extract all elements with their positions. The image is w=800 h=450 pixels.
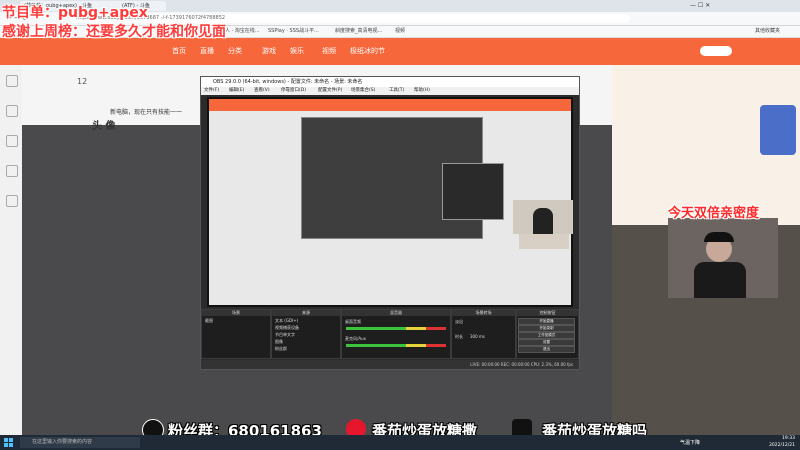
nav-category[interactable]: 分类 [228, 46, 242, 56]
bookmark-other[interactable]: 其他收藏夹 [755, 27, 780, 36]
clock-time: 19:33 [782, 436, 795, 441]
clock-date: 2022/12/21 [769, 443, 795, 448]
source-item[interactable]: 粉丝群 [275, 346, 287, 352]
duration-value[interactable]: 300 ms [470, 334, 485, 339]
dock-title: 场景转场 [452, 310, 515, 316]
headline: 头 像 [92, 121, 116, 132]
clock[interactable]: 19:33 2022/12/21 [769, 435, 795, 449]
streamer-body [694, 262, 746, 298]
rail-category-icon[interactable] [6, 135, 18, 147]
obs-docks: 场景 截图 来源 文本 (GDI+) 视频捕获设备 节目单文字 图像 粉丝群 混… [201, 309, 579, 359]
rail-home-icon[interactable] [6, 75, 18, 87]
mic-audio-meter [346, 344, 446, 347]
weather-text: 气温下降 [680, 440, 701, 446]
sources-dock: 来源 文本 (GDI+) 视频捕获设备 节目单文字 图像 粉丝群 [271, 309, 341, 359]
windows-start-icon[interactable] [4, 438, 13, 447]
bookmark-item[interactable]: 斜度搜索_高清电视... [335, 27, 382, 36]
source-item[interactable]: 图像 [275, 339, 283, 345]
menu-docks[interactable]: 停靠窗口(D) [281, 87, 306, 95]
start-recording-button[interactable]: 开始录制 [518, 325, 575, 332]
menu-view[interactable]: 查看(V) [254, 87, 270, 95]
nav-home[interactable]: 首页 [172, 46, 186, 56]
room-number: 12 [77, 77, 88, 86]
controls-dock: 控制按钮 开始直播 开始录制 工作室模式 设置 退出 [516, 309, 579, 359]
obs-menubar: 文件(F) 编辑(E) 查看(V) 停靠窗口(D) 配置文件(P) 场景集合(S… [201, 87, 579, 95]
rail-more-icon[interactable] [6, 195, 18, 207]
taskbar-search[interactable]: 在这里输入你要搜索的内容 [20, 437, 140, 448]
streamer-cap [704, 232, 734, 242]
bookmark-item[interactable]: 视频 [395, 27, 405, 36]
menu-scene-collection[interactable]: 场景集合(S) [351, 87, 375, 95]
nested-obs [301, 117, 504, 239]
nav-live[interactable]: 直播 [200, 46, 214, 56]
left-rail [0, 65, 22, 435]
webcam-small [513, 200, 573, 234]
windows-taskbar: 在这里输入你要搜索的内容 气温下降 19:33 2022/12/21 [0, 435, 800, 450]
status-text: LIVE: 00:00:00 REC: 00:00:00 CPU: 2.3%, … [470, 362, 573, 367]
dock-title: 混音器 [342, 310, 450, 316]
exit-button[interactable]: 退出 [518, 346, 575, 353]
streamer-silhouette [533, 208, 553, 234]
transitions-dock: 场景转场 淡出 时长 300 ms [451, 309, 516, 359]
menu-help[interactable]: 帮助(H) [414, 87, 430, 95]
menu-file[interactable]: 文件(F) [204, 87, 219, 95]
mixer-mic-label: 麦克风/Aux [345, 336, 366, 341]
rail-video-icon[interactable] [6, 165, 18, 177]
duration-label: 时长 [455, 334, 463, 339]
scenes-dock: 场景 截图 [201, 309, 271, 359]
menu-profile[interactable]: 配置文件(P) [318, 87, 342, 95]
menu-tools[interactable]: 工具(T) [389, 87, 404, 95]
source-item[interactable]: 文本 (GDI+) [275, 318, 298, 324]
obs-statusbar: LIVE: 00:00:00 REC: 00:00:00 CPU: 2.3%, … [201, 360, 579, 369]
menu-edit[interactable]: 编辑(E) [229, 87, 244, 95]
nav-festival[interactable]: 极纸冰的节 [350, 46, 385, 56]
event-banner[interactable] [760, 105, 796, 155]
nested-obs-inner [442, 163, 504, 220]
transition-type[interactable]: 淡出 [455, 319, 463, 325]
window-controls[interactable]: — ☐ ✕ [690, 2, 710, 9]
webcam-main [668, 218, 778, 298]
mixer-desktop-label: 桌面音频 [345, 319, 361, 324]
nav-games[interactable]: 游戏 [262, 46, 276, 56]
dock-title: 来源 [272, 310, 340, 316]
rail-follow-icon[interactable] [6, 105, 18, 117]
login-button[interactable] [700, 46, 732, 56]
bookmark-item[interactable]: 人 · 淘宝在线... [225, 27, 260, 36]
site-header: 首页 直播 分类 游戏 娱乐 视频 极纸冰的节 [0, 38, 800, 65]
room-title: 新电脑，现在只有技能一一 [110, 109, 183, 116]
bookmark-item[interactable]: SSPlay · SSS战斗平... [268, 27, 319, 36]
source-item[interactable]: 视频捕获设备 [275, 325, 299, 331]
program-overlay: 节目单：pubg+apex [2, 5, 148, 21]
desktop-audio-meter [346, 327, 446, 330]
nav-entertainment[interactable]: 娱乐 [290, 46, 304, 56]
mixer-dock: 混音器 桌面音频 麦克风/Aux [341, 309, 451, 359]
dock-title: 控制按钮 [517, 310, 578, 316]
dock-title: 场景 [202, 310, 270, 316]
obs-titlebar: OBS 29.0.0 (64-bit, windows) - 配置文件: 未命名… [201, 77, 579, 87]
scene-item[interactable]: 截图 [205, 318, 213, 324]
source-item[interactable]: 节目单文字 [275, 332, 295, 338]
nav-video[interactable]: 视频 [322, 46, 336, 56]
thanks-overlay: 感谢上周榜：还要多久才能和你见面 [2, 24, 226, 40]
settings-button[interactable]: 设置 [518, 339, 575, 346]
nested-header [209, 99, 571, 111]
studio-mode-button[interactable]: 工作室模式 [518, 332, 575, 339]
right-panel [612, 65, 800, 225]
start-streaming-button[interactable]: 开始直播 [518, 318, 575, 325]
double-intimacy-overlay: 今天双倍亲密度 [668, 206, 760, 221]
